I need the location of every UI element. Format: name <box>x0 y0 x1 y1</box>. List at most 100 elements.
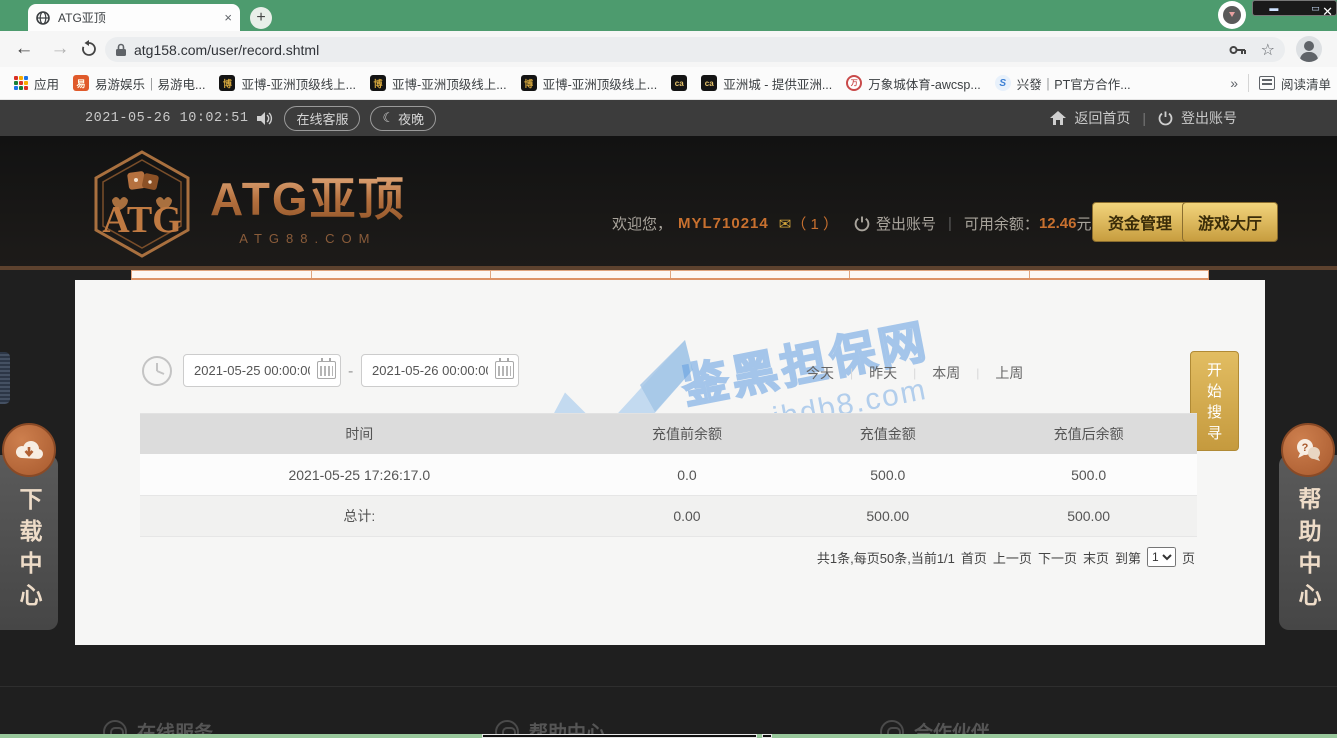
browser-toolbar: ← → atg158.com/user/record.shtml ☆ <box>0 31 1337 67</box>
nav-tab-remnant[interactable] <box>1029 270 1210 278</box>
nav-tab-remnant[interactable] <box>849 270 1029 278</box>
link-this-week[interactable]: 本周 <box>932 363 960 383</box>
funds-management-button[interactable]: 资金管理 <box>1092 202 1188 242</box>
taskbar-window-rect <box>762 734 772 738</box>
page-last-link[interactable]: 末页 <box>1083 548 1109 567</box>
ca-favicon: ca <box>671 75 687 91</box>
help-icon[interactable]: ? <box>1281 423 1335 477</box>
nav-tab-remnant[interactable] <box>311 270 491 278</box>
moon-icon: ☾ <box>382 110 394 126</box>
bookmark-label: 易游娱乐｜易游电... <box>95 74 205 93</box>
cell-total-after: 500.00 <box>980 508 1197 524</box>
logout-link[interactable]: 登出账号 <box>1181 108 1237 128</box>
page-next-link[interactable]: 下一页 <box>1038 548 1077 567</box>
key-icon[interactable] <box>1229 44 1247 56</box>
bookmark-apps[interactable]: 应用 <box>14 74 59 93</box>
col-header-balance-after: 充值后余额 <box>980 424 1197 444</box>
bookmark-item[interactable]: ca 亚洲城 - 提供亚洲... <box>701 74 832 93</box>
current-datetime: 2021-05-26 10:02:51 <box>85 111 248 126</box>
back-icon[interactable]: ← <box>12 38 36 60</box>
window-close-icon[interactable]: ✕ <box>1322 4 1333 20</box>
bookmark-item[interactable]: 博 亚博-亚洲顶级线上... <box>219 74 356 93</box>
online-service-button[interactable]: 在线客服 <box>284 106 360 131</box>
bookmarks-bar: 应用 易 易游娱乐｜易游电... 博 亚博-亚洲顶级线上... 博 亚博-亚洲顶… <box>0 67 1337 100</box>
link-today[interactable]: 今天 <box>806 363 834 383</box>
balance-value: 12.46 <box>1039 215 1077 232</box>
logo-text: ATG亚顶 <box>210 163 406 229</box>
cell-amount: 500.0 <box>795 467 980 483</box>
taskbar-peek <box>0 734 1337 738</box>
bookmark-item[interactable]: ca <box>671 75 687 91</box>
quick-date-links: 今天| 昨天| 本周| 上周 <box>806 363 1023 383</box>
bookmark-label: 应用 <box>34 74 59 93</box>
wxc-favicon: 万 <box>846 75 862 91</box>
site-logo[interactable]: ATG ATG亚顶 ATG88.COM <box>88 148 406 260</box>
logo-emblem-icon: ATG <box>88 148 196 260</box>
recording-indicator-icon[interactable] <box>1218 1 1246 29</box>
reading-list-label[interactable]: 阅读清单 <box>1281 74 1331 93</box>
recording-arrow <box>1229 12 1235 17</box>
nav-tab-remnant[interactable] <box>490 270 670 278</box>
cell-total-label: 总计: <box>140 506 579 526</box>
url-bar[interactable]: atg158.com/user/record.shtml ☆ <box>105 37 1285 62</box>
bookmark-item[interactable]: 万 万象城体育-awcsp... <box>846 74 981 93</box>
help-center-widget[interactable]: ? 帮助中心 <box>1279 455 1337 630</box>
clock-icon <box>141 355 173 387</box>
divider <box>1248 74 1249 92</box>
page-select[interactable]: 1 <box>1147 547 1176 567</box>
game-lobby-button[interactable]: 游戏大厅 <box>1182 202 1278 242</box>
lock-icon <box>115 43 127 57</box>
nav-tab-remnant[interactable] <box>670 270 850 278</box>
ca-favicon: ca <box>701 75 717 91</box>
tab-close-icon[interactable]: × <box>224 10 232 25</box>
speaker-icon[interactable] <box>256 111 274 126</box>
divider: | <box>948 215 952 232</box>
help-center-label: 帮助中心 <box>1291 487 1325 615</box>
bookmark-item[interactable]: S 兴發｜PT官方合作... <box>995 74 1131 93</box>
link-yesterday[interactable]: 昨天 <box>869 363 897 383</box>
cell-total-before: 0.00 <box>579 508 796 524</box>
mail-icon[interactable]: ✉ <box>779 215 792 233</box>
side-panel-handle[interactable] <box>0 352 10 404</box>
taskbar-window-rect <box>482 734 757 738</box>
bookmark-item[interactable]: 博 亚博-亚洲顶级线上... <box>521 74 658 93</box>
balance-label: 可用余额： <box>964 213 1039 234</box>
bookmark-label: 万象城体育-awcsp... <box>868 74 981 93</box>
logo-domain: ATG88.COM <box>210 231 406 246</box>
profile-avatar[interactable] <box>1296 36 1322 62</box>
download-icon[interactable] <box>2 423 56 477</box>
back-home-link[interactable]: 返回首页 <box>1074 108 1130 128</box>
bookmark-item[interactable]: 博 亚博-亚洲顶级线上... <box>370 74 507 93</box>
balance-unit: 元 <box>1076 213 1091 234</box>
reading-list-icon[interactable] <box>1259 76 1275 90</box>
browser-tab[interactable]: ATG亚顶 × <box>28 4 240 31</box>
search-button[interactable]: 开始搜寻 <box>1190 351 1239 451</box>
calendar-icon[interactable] <box>495 361 514 379</box>
download-center-widget[interactable]: 下载中心 <box>0 455 58 630</box>
page-first-link[interactable]: 首页 <box>961 548 987 567</box>
bookmark-item[interactable]: 易 易游娱乐｜易游电... <box>73 74 205 93</box>
header-logout-link[interactable]: 登出账号 <box>876 213 936 234</box>
calendar-icon[interactable] <box>317 361 336 379</box>
bookmark-label: 兴發｜PT官方合作... <box>1017 74 1131 93</box>
bookmark-star-icon[interactable]: ☆ <box>1261 40 1275 60</box>
reload-icon[interactable] <box>80 40 104 58</box>
site-topbar: 2021-05-26 10:02:51 在线客服 ☾夜晚 返回首页 | 登出账号 <box>0 100 1337 136</box>
cell-balance-before: 0.0 <box>579 467 796 483</box>
mail-count[interactable]: （ 1 ） <box>791 213 838 234</box>
svg-text:?: ? <box>1302 442 1309 454</box>
forward-icon[interactable]: → <box>48 38 72 60</box>
divider <box>0 686 1337 687</box>
date-range-dash: - <box>348 363 353 381</box>
bookmark-label: 亚博-亚洲顶级线上... <box>241 74 356 93</box>
col-header-time: 时间 <box>140 424 579 444</box>
link-last-week[interactable]: 上周 <box>995 363 1023 383</box>
goto-page-prefix: 到第 <box>1115 548 1141 567</box>
yiyou-favicon: 易 <box>73 75 89 91</box>
bookmarks-overflow-icon[interactable]: » <box>1230 75 1238 91</box>
pagination-summary: 共1条,每页50条,当前1/1 <box>817 548 955 567</box>
page-prev-link[interactable]: 上一页 <box>993 548 1032 567</box>
nav-tab-remnant[interactable] <box>131 270 311 278</box>
night-mode-button[interactable]: ☾夜晚 <box>370 106 436 131</box>
new-tab-button[interactable]: + <box>250 7 272 29</box>
